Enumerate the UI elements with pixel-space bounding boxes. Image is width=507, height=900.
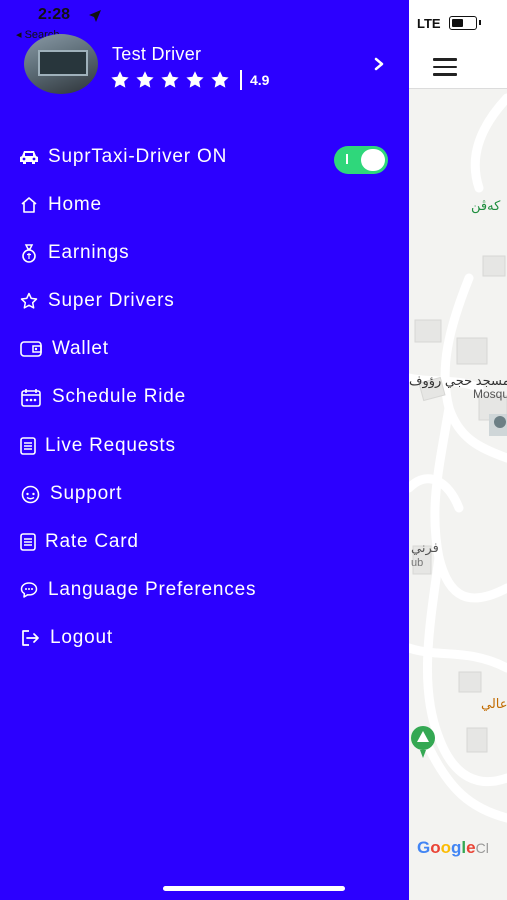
location-arrow-icon [89, 10, 101, 22]
status-time: 2:28 [38, 6, 71, 23]
menu-item-schedule-ride[interactable]: Schedule Ride [18, 378, 186, 416]
star-icon [136, 71, 154, 88]
driver-name: Test Driver [112, 44, 202, 64]
calendar-icon [18, 386, 44, 408]
battery-tip [479, 20, 481, 25]
rating-value: 4.9 [250, 72, 270, 88]
menu-item-label: Home [48, 194, 102, 215]
map-label: Mosqu [473, 387, 507, 401]
navigation-drawer: 2:28 ◂ Search Test Driver 4.9 SuprTaxi-D… [0, 0, 409, 900]
star-outline-icon [18, 290, 40, 312]
carrier-label: LTE [417, 16, 441, 31]
map-label: عالي [481, 696, 507, 711]
map-label: فرني [411, 540, 439, 555]
toggle-on-mark [346, 154, 348, 164]
menu-item-label: SuprTaxi-Driver ON [48, 146, 228, 167]
home-indicator [163, 886, 345, 891]
menu-item-label: Logout [50, 627, 113, 648]
menu-item-label: Earnings [48, 242, 130, 263]
hamburger-menu-icon[interactable] [433, 58, 457, 76]
menu-item-label: Live Requests [45, 435, 176, 456]
menu-item-label: Super Drivers [48, 290, 175, 311]
toggle-knob [361, 149, 385, 171]
menu-item-live-requests[interactable]: Live Requests [18, 427, 176, 465]
menu-item-driver-online[interactable]: SuprTaxi-Driver ON [18, 138, 227, 176]
list-icon [18, 435, 38, 457]
support-icon [18, 483, 42, 505]
home-icon [18, 194, 40, 216]
star-icon [186, 71, 204, 88]
menu-item-logout[interactable]: Logout [18, 619, 113, 657]
logout-icon [18, 627, 42, 649]
menu-item-label: Schedule Ride [52, 386, 186, 407]
star-icon [161, 71, 179, 88]
menu-item-label: Support [50, 483, 123, 504]
menu-item-home[interactable]: Home [18, 186, 102, 224]
menu-item-label: Wallet [52, 338, 109, 359]
battery-icon [449, 16, 477, 30]
map-top-bar: LTE [409, 0, 507, 89]
chat-bubble-icon [18, 579, 40, 601]
money-bag-icon [18, 242, 40, 264]
menu-item-language-preferences[interactable]: Language Preferences [18, 571, 256, 609]
list-icon [18, 531, 38, 553]
map-label: كەڤن [471, 198, 501, 213]
menu-item-label: Language Preferences [48, 579, 257, 600]
rating-stars [110, 70, 230, 90]
star-icon [211, 71, 229, 88]
menu-item-earnings[interactable]: Earnings [18, 234, 129, 272]
menu-item-label: Rate Card [45, 531, 139, 552]
wallet-icon [18, 338, 44, 360]
chevron-right-icon[interactable] [372, 57, 386, 71]
car-icon [18, 146, 40, 168]
map-label: ub [411, 557, 424, 569]
online-toggle[interactable] [334, 146, 388, 174]
menu-item-support[interactable]: Support [18, 475, 122, 513]
map-view[interactable]: LTE كەڤن مسجد حجي رؤوف Mosqu فرني ub عال… [409, 0, 507, 900]
menu-item-rate-card[interactable]: Rate Card [18, 523, 139, 561]
rating-divider [240, 70, 242, 90]
menu-item-wallet[interactable]: Wallet [18, 330, 109, 368]
menu-item-super-drivers[interactable]: Super Drivers [18, 282, 175, 320]
avatar[interactable] [24, 34, 98, 94]
google-logo: GoogleCl [417, 838, 489, 857]
star-icon [111, 71, 129, 88]
